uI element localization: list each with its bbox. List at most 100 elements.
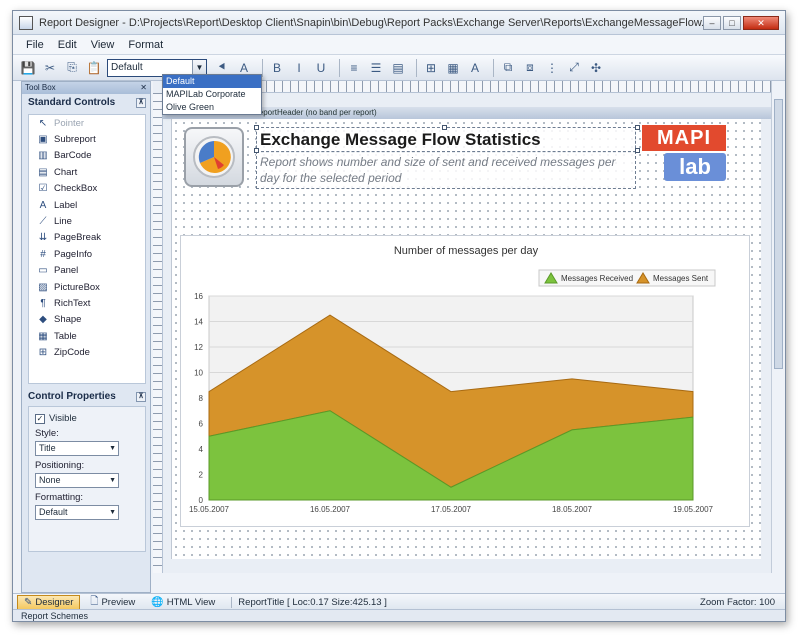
- standard-controls-header[interactable]: Standard Controls ⊼: [22, 94, 150, 112]
- toolbox-item-label: BarCode: [54, 150, 92, 162]
- x-tick-label: 17.05.2007: [431, 505, 472, 514]
- close-button[interactable]: ✕: [743, 15, 779, 30]
- toolbox-item-pageinfo[interactable]: # PageInfo: [29, 246, 145, 262]
- dropdown-option-olive-green[interactable]: Olive Green: [163, 101, 261, 114]
- grid-icon[interactable]: ⋮: [543, 59, 561, 77]
- zoom-icon[interactable]: ⤢: [565, 59, 583, 77]
- toolbox-item-label: Pointer: [54, 117, 85, 129]
- selection-handle[interactable]: [635, 148, 640, 153]
- chevron-down-icon[interactable]: ▼: [109, 474, 116, 487]
- toolbox-item-pointer[interactable]: ↖ Pointer: [29, 115, 145, 131]
- panel-icon: ▭: [38, 265, 48, 277]
- toolbox-item-chart[interactable]: ▤ Chart: [29, 164, 145, 180]
- snap-icon[interactable]: ✣: [587, 59, 605, 77]
- vertical-scrollbar[interactable]: [771, 81, 785, 573]
- selection-info: ReportTitle [ Loc:0.17 Size:425.13 ]: [231, 597, 387, 608]
- collapse-icon[interactable]: ⊼: [136, 392, 146, 402]
- y-tick-label: 12: [194, 343, 203, 352]
- chart-icon: ▤: [38, 166, 48, 178]
- toolbar-separator: [493, 58, 494, 77]
- title-bar: Report Designer - D:\Projects\Report\Des…: [13, 11, 785, 35]
- toolbox-item-subreport[interactable]: ▣ Subreport: [29, 131, 145, 147]
- report-logo-image[interactable]: [184, 127, 244, 187]
- y-tick-label: 14: [194, 318, 203, 327]
- font-color-icon[interactable]: A: [466, 59, 484, 77]
- toolbox-item-zipcode[interactable]: ⊞ ZipCode: [29, 344, 145, 360]
- italic-icon[interactable]: I: [290, 59, 308, 77]
- shape-icon: ◆: [39, 314, 47, 326]
- globe-icon: 🌐: [151, 597, 164, 608]
- align-center-icon[interactable]: ≡: [345, 59, 363, 77]
- toolbox-item-label: RichText: [54, 297, 91, 309]
- toolbox-item-label[interactable]: A Label: [29, 197, 145, 213]
- visible-checkbox[interactable]: ✓: [35, 413, 45, 424]
- y-tick-label: 2: [199, 471, 204, 480]
- area-chart: 0 2 4 6 8 10 12 14 16 15.05.2007 16.05.2007 17.05.2…: [189, 245, 716, 514]
- formatting-value: Default: [39, 507, 68, 517]
- close-icon[interactable]: ✕: [140, 82, 147, 94]
- control-properties-header[interactable]: Control Properties ⊼: [22, 388, 150, 406]
- selection-handle[interactable]: [442, 125, 447, 130]
- toolbox-item-table[interactable]: ▦ Table: [29, 328, 145, 344]
- toolbox-title: Tool Box: [25, 83, 56, 92]
- report-description[interactable]: Report shows number and size of sent and…: [256, 151, 636, 189]
- chart-control[interactable]: 0 2 4 6 8 10 12 14 16 15.05.2007 16.05.2007 17.05.2…: [180, 235, 750, 527]
- control-properties-title: Control Properties: [28, 391, 116, 402]
- toolbox-header: Tool Box ✕: [22, 82, 150, 94]
- minimize-button[interactable]: –: [703, 15, 721, 30]
- report-title[interactable]: Exchange Message Flow Statistics: [256, 127, 636, 153]
- toolbox-item-richtext[interactable]: ¶ RichText: [29, 295, 145, 311]
- formatting-select[interactable]: Default ▼: [35, 505, 119, 520]
- selection-handle[interactable]: [254, 148, 259, 153]
- dropdown-option-mapilab-corporate[interactable]: MAPILab Corporate: [163, 88, 261, 101]
- positioning-select[interactable]: None ▼: [35, 473, 119, 488]
- brand-logo-bottom: lab: [664, 153, 726, 181]
- toolbox-item-label: Table: [54, 330, 77, 342]
- maximize-button[interactable]: □: [723, 15, 741, 30]
- toolbox-item-label: ZipCode: [54, 347, 90, 359]
- toolbox-item-line[interactable]: ⟋ Line: [29, 213, 145, 229]
- fill-color-icon[interactable]: ▦: [444, 59, 462, 77]
- border-icon[interactable]: ⊞: [422, 59, 440, 77]
- bold-icon[interactable]: B: [268, 59, 286, 77]
- report-page[interactable]: Exchange Message Flow Statistics Report …: [171, 119, 761, 559]
- report-schemes-bar[interactable]: Report Schemes: [13, 609, 785, 621]
- toolbox-item-label: Line: [54, 216, 72, 228]
- bring-front-icon[interactable]: ⧉: [499, 59, 517, 77]
- menu-format[interactable]: Format: [121, 39, 170, 51]
- chevron-down-icon[interactable]: ▼: [109, 506, 116, 519]
- toolbox-item-pagebreak[interactable]: ⇊ PageBreak: [29, 230, 145, 246]
- style-property-value: Title: [39, 443, 56, 453]
- menu-edit[interactable]: Edit: [51, 39, 84, 51]
- scrollbar-thumb[interactable]: [774, 99, 783, 369]
- visible-checkbox-row[interactable]: ✓ Visible: [35, 413, 139, 424]
- visible-label: Visible: [49, 413, 77, 424]
- design-surface[interactable]: ReportHeader (no band per report) Exchan…: [153, 81, 773, 573]
- toolbox-item-checkbox[interactable]: ☑ CheckBox: [29, 181, 145, 197]
- toolbox-item-shape[interactable]: ◆ Shape: [29, 312, 145, 328]
- cut-icon[interactable]: ✂: [41, 59, 59, 77]
- underline-icon[interactable]: U: [312, 59, 330, 77]
- send-back-icon[interactable]: ⧈: [521, 59, 539, 77]
- toolbox-item-panel[interactable]: ▭ Panel: [29, 263, 145, 279]
- paste-icon[interactable]: 📋: [85, 59, 103, 77]
- copy-icon[interactable]: ⎘: [63, 59, 81, 77]
- menu-file[interactable]: File: [19, 39, 51, 51]
- selection-handle[interactable]: [254, 125, 259, 130]
- toolbox-item-picturebox[interactable]: ▨ PictureBox: [29, 279, 145, 295]
- zoom-factor: Zoom Factor: 100: [700, 597, 775, 608]
- menu-view[interactable]: View: [84, 39, 122, 51]
- pageinfo-icon: #: [40, 248, 46, 260]
- toolbox-item-barcode[interactable]: ▥ BarCode: [29, 148, 145, 164]
- collapse-icon[interactable]: ⊼: [136, 98, 146, 108]
- richtext-icon: ¶: [40, 297, 46, 309]
- selection-handle[interactable]: [635, 125, 640, 130]
- checkbox-icon: ☑: [38, 183, 48, 195]
- toolbox-item-label: Label: [54, 199, 78, 211]
- chevron-down-icon[interactable]: ▼: [109, 442, 116, 455]
- justify-icon[interactable]: ▤: [389, 59, 407, 77]
- align-right-icon[interactable]: ☰: [367, 59, 385, 77]
- save-icon[interactable]: 💾: [19, 59, 37, 77]
- style-property-select[interactable]: Title ▼: [35, 441, 119, 456]
- dropdown-option-default[interactable]: Default: [163, 75, 261, 88]
